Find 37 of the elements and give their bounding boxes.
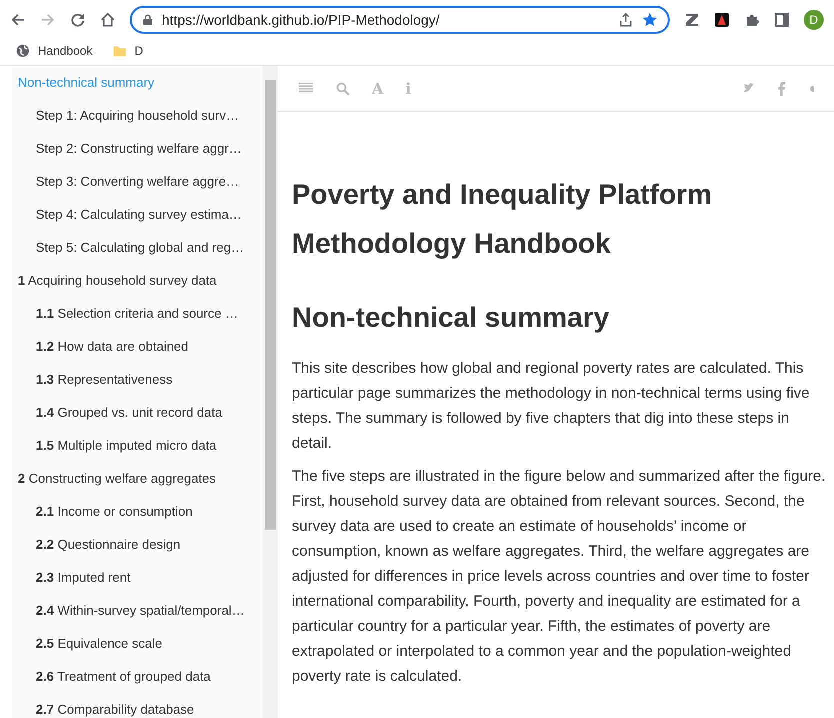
globe-icon[interactable] <box>16 44 30 58</box>
toc-link[interactable]: 1.4 Grouped vs. unit record data <box>12 396 263 429</box>
bookmark[interactable]: D <box>112 44 144 58</box>
toc-link[interactable]: 2.1 Income or consumption <box>12 495 263 528</box>
toc-link[interactable]: 2.7 Comparability database <box>12 693 263 718</box>
sidepanel-icon[interactable] <box>774 12 790 28</box>
toc-link[interactable]: 1.1 Selection criteria and source … <box>12 297 263 330</box>
extension-icon[interactable] <box>714 12 730 28</box>
section-heading: Non-technical summary <box>292 302 610 334</box>
toc-link[interactable]: 2.4 Within-survey spatial/temporal… <box>12 594 263 627</box>
toc-link[interactable]: 1.3 Representativeness <box>12 363 263 396</box>
toc-link[interactable]: 1.5 Multiple imputed micro data <box>12 429 263 462</box>
toc-link[interactable]: 1.2 How data are obtained <box>12 330 263 363</box>
bookmark[interactable]: Handbook <box>16 44 93 58</box>
star-icon[interactable] <box>642 12 658 28</box>
toc-link[interactable]: 2.2 Questionnaire design <box>12 528 263 561</box>
toc-link[interactable]: 2.5 Equivalence scale <box>12 627 263 660</box>
toc-link[interactable]: Step 4: Calculating survey estima… <box>12 198 263 231</box>
toc-link[interactable]: Step 1: Acquiring household surv… <box>12 99 263 132</box>
lock-icon[interactable] <box>142 13 154 27</box>
toc-link[interactable]: 2.6 Treatment of grouped data <box>12 660 263 693</box>
toc-link[interactable]: Step 5: Calculating global and reg… <box>12 231 263 264</box>
puzzle-icon[interactable] <box>744 12 760 28</box>
home-icon[interactable] <box>100 12 116 28</box>
reload-icon[interactable] <box>70 12 86 28</box>
scrollbar[interactable] <box>263 66 278 718</box>
paragraph: The five steps are illustrated in the figure below and summarized after the figure. First, household survey data are obtained from relevant sources. Second, the survey data are used to create an estimate of households’ income or consumption, known as welfare aggregates. Third, the welfare aggregates are adjusted for differences in price levels across countries and over time to foster international comparability. Fourth, poverty and inequality are estimated for a particular country for a particular year. Fifth, the estimates of poverty are extrapolated or interpolated to a common year and the population-weighted poverty rate is calculated. <box>292 467 827 687</box>
toc-link[interactable]: 2 Constructing welfare aggregates <box>12 462 263 495</box>
address-bar[interactable]: https://worldbank.github.io/PIP-Methodology/ <box>130 6 670 34</box>
toc-link[interactable]: Step 3: Converting welfare aggre… <box>12 165 263 198</box>
toc-link[interactable]: 2.3 Imputed rent <box>12 561 263 594</box>
extension-z-icon[interactable] <box>684 12 700 28</box>
toc-link[interactable]: Step 2: Constructing welfare aggr… <box>12 132 263 165</box>
toc-link[interactable]: 1 Acquiring household survey data <box>12 264 263 297</box>
page-title: Poverty and Inequality Platform Methodology Handbook <box>292 178 714 261</box>
back-icon[interactable] <box>10 12 26 28</box>
paragraph: This site describes how global and regional poverty rates are calculated. This particular page summarizes the methodology in non-technical terms using five steps. The summary is followed by five chapters that dig into these steps in detail. <box>292 359 811 454</box>
